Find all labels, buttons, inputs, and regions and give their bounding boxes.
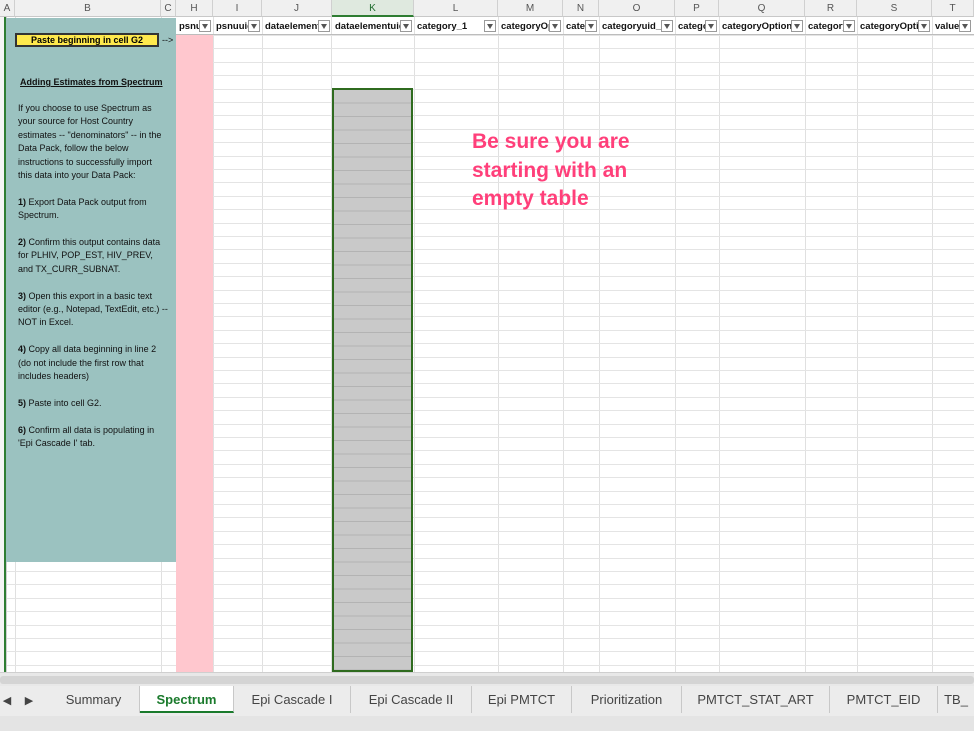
- column-header-p[interactable]: P: [675, 0, 719, 17]
- column-header-h[interactable]: H: [176, 0, 213, 17]
- tab-spectrum[interactable]: Spectrum: [140, 686, 234, 713]
- prev-sheet-icon[interactable]: ◀: [0, 694, 14, 708]
- warning-callout: Be sure you are starting with an empty t…: [472, 128, 630, 214]
- row-gridline: [0, 611, 974, 612]
- filter-dropdown-icon[interactable]: [843, 20, 855, 32]
- column-header-l[interactable]: L: [414, 0, 498, 17]
- instruction-step: 4) Copy all data beginning in line 2 (do…: [18, 344, 157, 382]
- tab-prioritization[interactable]: Prioritization: [572, 686, 682, 713]
- column-header-r[interactable]: R: [805, 0, 857, 17]
- tab-summary[interactable]: Summary: [48, 686, 140, 713]
- column-header-t[interactable]: T: [932, 0, 974, 17]
- paste-location-label[interactable]: Paste beginning in cell G2: [15, 33, 159, 47]
- column-header-k[interactable]: K: [332, 0, 414, 17]
- instruction-step: 2) Confirm this output contains data for…: [18, 237, 161, 274]
- filter-dropdown-icon[interactable]: [199, 20, 211, 32]
- filter-dropdown-icon[interactable]: [585, 20, 597, 32]
- spreadsheet-grid[interactable]: A B C H I J K L M N O P Q R S T psnu psn…: [0, 0, 974, 672]
- row-gridline: [0, 651, 974, 652]
- next-sheet-icon[interactable]: ▶: [22, 694, 36, 708]
- status-strip: [0, 716, 974, 731]
- callout-line: Be sure you are: [472, 130, 630, 153]
- row-gridline: [0, 584, 974, 585]
- column-header-n[interactable]: N: [563, 0, 599, 17]
- filter-dropdown-icon[interactable]: [484, 20, 496, 32]
- tab-pmtct-stat-art[interactable]: PMTCT_STAT_ART: [682, 686, 830, 713]
- psnu-column-highlight[interactable]: [176, 35, 213, 672]
- column-header-m[interactable]: M: [498, 0, 563, 17]
- instructions-panel: Paste beginning in cell G2 Adding Estima…: [6, 18, 176, 562]
- filter-dropdown-icon[interactable]: [248, 20, 260, 32]
- filter-dropdown-icon[interactable]: [959, 20, 971, 32]
- filter-dropdown-icon[interactable]: [661, 20, 673, 32]
- tab-epi-cascade-ii[interactable]: Epi Cascade II: [351, 686, 472, 713]
- row-gridline: [0, 665, 974, 666]
- instruction-step: 5) Paste into cell G2.: [18, 397, 102, 408]
- tab-pmtct-eid[interactable]: PMTCT_EID: [830, 686, 938, 713]
- instruction-step: 1) Export Data Pack output from Spectrum…: [18, 196, 147, 221]
- row-gridline: [0, 598, 974, 599]
- callout-line: starting with an: [472, 158, 628, 182]
- filter-dropdown-icon[interactable]: [400, 20, 412, 32]
- selected-column-k[interactable]: [332, 88, 413, 672]
- filter-dropdown-icon[interactable]: [791, 20, 803, 32]
- column-header-q[interactable]: Q: [719, 0, 805, 17]
- column-header-i[interactable]: I: [213, 0, 262, 17]
- tab-epi-pmtct[interactable]: Epi PMTCT: [472, 686, 572, 713]
- horizontal-scrollbar[interactable]: [0, 672, 974, 687]
- tab-tb[interactable]: TB_: [938, 686, 974, 713]
- row-gridline: [0, 638, 974, 639]
- paste-arrow: -->: [162, 35, 174, 45]
- instructions-body: If you choose to use Spectrum as your so…: [18, 102, 168, 464]
- row-gridline: [0, 571, 974, 572]
- column-header-s[interactable]: S: [857, 0, 932, 17]
- column-header-o[interactable]: O: [599, 0, 675, 17]
- row-gridline: [0, 625, 974, 626]
- filter-dropdown-icon[interactable]: [705, 20, 717, 32]
- instructions-intro: If you choose to use Spectrum as your so…: [18, 103, 162, 181]
- tab-epi-cascade-i[interactable]: Epi Cascade I: [234, 686, 351, 713]
- column-header-a[interactable]: A: [0, 0, 15, 17]
- callout-line: empty table: [472, 187, 589, 210]
- instructions-title: Adding Estimates from Spectrum: [20, 77, 163, 87]
- instruction-step: 3) Open this export in a basic text edit…: [18, 290, 168, 328]
- column-header-j[interactable]: J: [262, 0, 332, 17]
- filter-dropdown-icon[interactable]: [918, 20, 930, 32]
- scrollbar-thumb[interactable]: [0, 676, 974, 684]
- column-header-c[interactable]: C: [161, 0, 176, 17]
- sheet-tab-bar: ◀ ▶ Summary Spectrum Epi Cascade I Epi C…: [0, 686, 974, 717]
- column-header-b[interactable]: B: [15, 0, 161, 17]
- filter-dropdown-icon[interactable]: [318, 20, 330, 32]
- instruction-step: 6) Confirm all data is populating in 'Ep…: [18, 424, 155, 449]
- filter-dropdown-icon[interactable]: [549, 20, 561, 32]
